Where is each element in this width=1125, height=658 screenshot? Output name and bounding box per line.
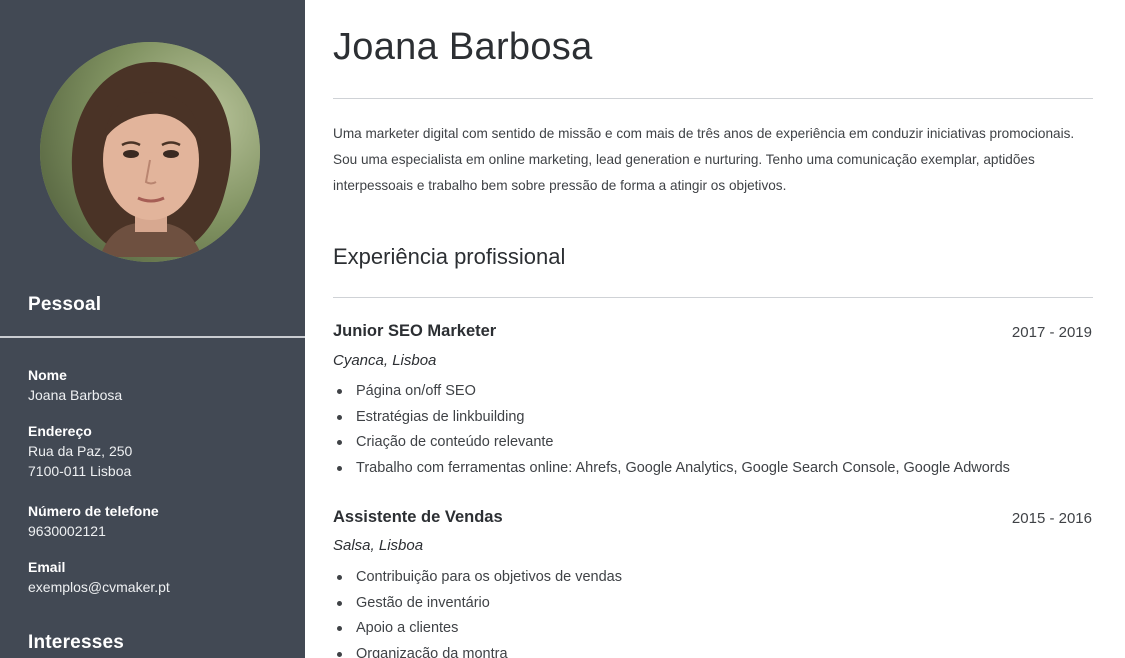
interests-heading: Interesses [28,632,125,653]
list-item: Apoio a clientes [333,616,622,642]
field-value: 9630002121 [28,523,106,539]
job-dates: 2015 - 2016 [1011,510,1092,527]
field-value: Joana Barbosa [28,387,123,403]
field-value: 7100-011 Lisboa [28,463,132,479]
field-label: Número de telefone [28,503,159,519]
field-label: Endereço [28,423,92,439]
job-dates: 2017 - 2019 [1011,324,1092,341]
field-value: exemplos@cvmaker.pt [28,579,170,595]
list-item: Criação de conteúdo relevante [333,430,1010,456]
field-email: Email exemplos@cvmaker.pt [28,557,170,597]
profile-photo-image [40,42,260,262]
job-bullets: Página on/off SEO Estratégias de linkbui… [333,379,1010,481]
summary-text: Uma marketer digital com sentido de miss… [333,126,1075,193]
list-item: Trabalho com ferramentas online: Ahrefs,… [333,456,1010,482]
list-item: Gestão de inventário [333,591,622,617]
list-item: Organização da montra [333,642,622,658]
experience-divider [333,297,1093,298]
sidebar: Pessoal Nome Joana Barbosa Endereço Rua … [0,0,305,658]
field-value: Rua da Paz, 250 [28,443,133,459]
job-title: Junior SEO Marketer [333,322,497,340]
list-item: Estratégias de linkbuilding [333,405,1010,431]
job-bullets: Contribuição para os objetivos de vendas… [333,565,622,658]
job-title: Assistente de Vendas [333,508,503,526]
page-title: Joana Barbosa [333,26,593,68]
experience-heading: Experiência profissional [333,244,566,269]
field-address: Endereço Rua da Paz, 250 7100-011 Lisboa [28,421,132,481]
personal-heading: Pessoal [28,294,102,315]
main-content: Joana Barbosa Uma marketer digital com s… [305,0,1125,658]
job-company: Cyanca, Lisboa [333,352,437,369]
profile-photo [40,42,260,262]
title-divider [333,98,1093,99]
field-phone: Número de telefone 9630002121 [28,501,159,541]
list-item: Página on/off SEO [333,379,1010,405]
field-label: Email [28,559,66,575]
field-name: Nome Joana Barbosa [28,365,122,405]
job-company: Salsa, Lisboa [333,537,424,554]
field-label: Nome [28,367,67,383]
personal-divider [0,336,305,338]
list-item: Contribuição para os objetivos de vendas [333,565,622,591]
